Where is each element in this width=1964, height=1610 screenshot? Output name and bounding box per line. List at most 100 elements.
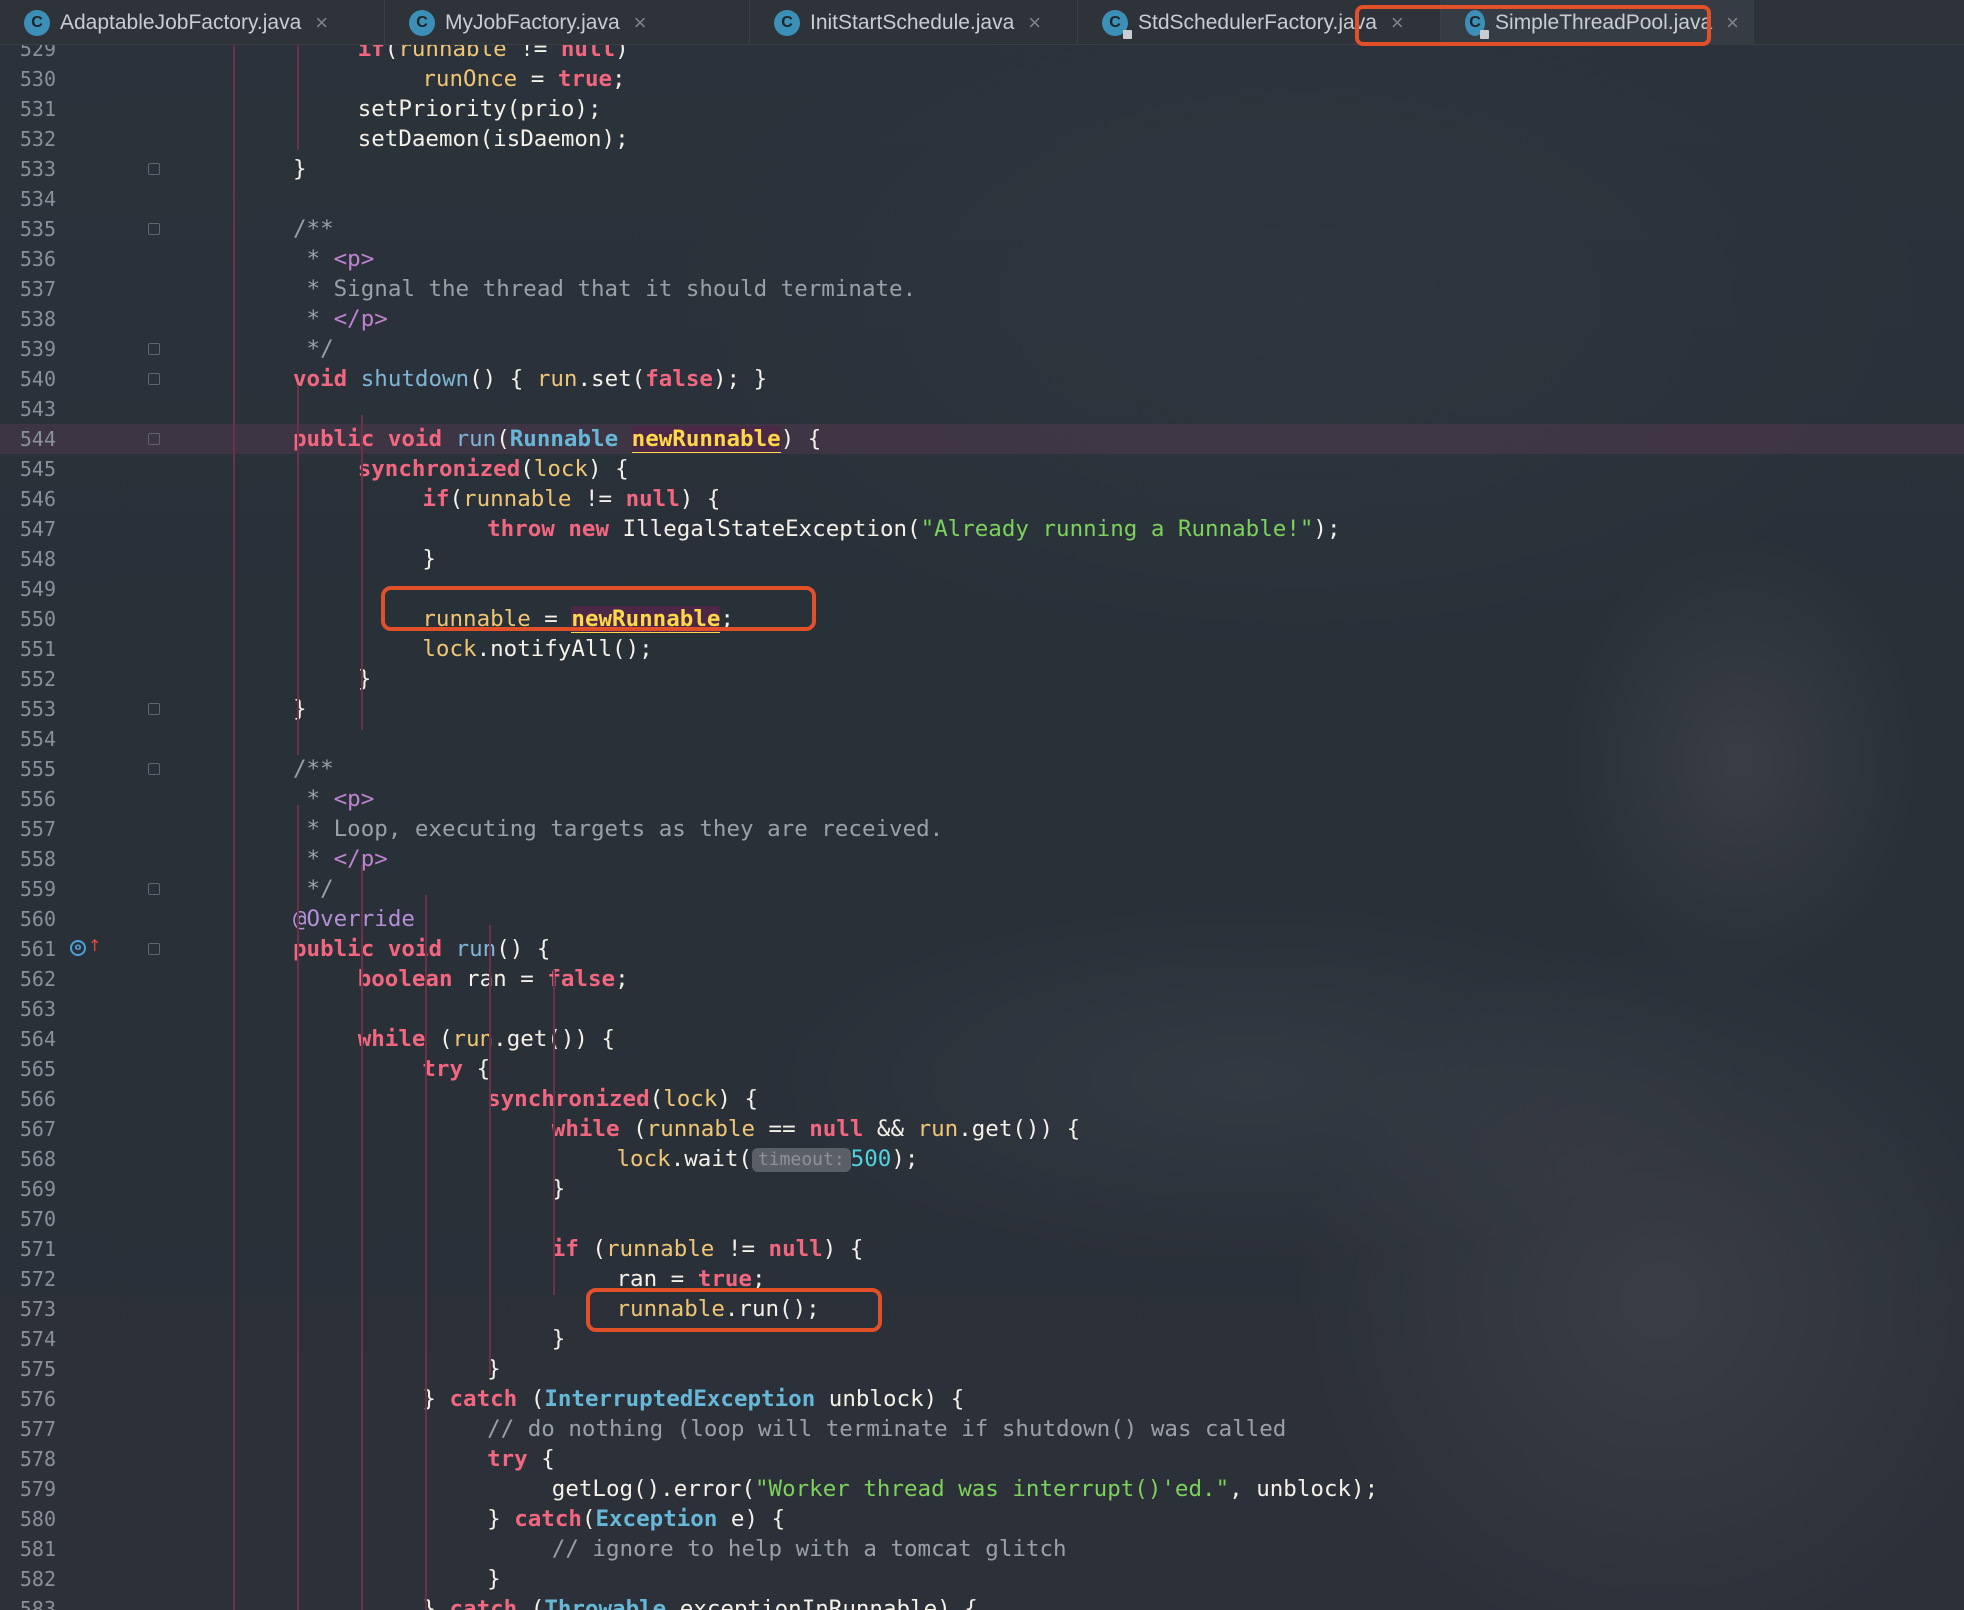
code-line[interactable]: 576} catch (InterruptedException unblock… bbox=[0, 1384, 1964, 1414]
code-token: </p> bbox=[333, 306, 388, 332]
line-number: 582 bbox=[19, 1567, 56, 1591]
code-token: { bbox=[463, 1056, 491, 1082]
override-method-icon[interactable]: o bbox=[70, 940, 86, 956]
code-line[interactable]: 533} bbox=[0, 154, 1964, 184]
code-token: * bbox=[293, 846, 334, 872]
code-line[interactable]: 543 bbox=[0, 394, 1964, 424]
code-line[interactable]: 532 setDaemon(isDaemon); bbox=[0, 124, 1964, 154]
code-line[interactable]: 556 * <p> bbox=[0, 784, 1964, 814]
fold-marker-icon[interactable] bbox=[148, 943, 160, 955]
code-text: } catch(Exception e) { bbox=[487, 1504, 785, 1534]
code-line[interactable]: 561 o ↑ public void run() { bbox=[0, 934, 1964, 964]
code-line[interactable]: 574} bbox=[0, 1324, 1964, 1354]
code-line[interactable]: 560 @Override bbox=[0, 904, 1964, 934]
code-line[interactable]: 580} catch(Exception e) { bbox=[0, 1504, 1964, 1534]
close-tab-icon[interactable]: × bbox=[1028, 10, 1041, 36]
close-tab-icon[interactable]: × bbox=[315, 10, 328, 36]
fold-marker-icon[interactable] bbox=[148, 763, 160, 775]
fold-marker-icon[interactable] bbox=[148, 343, 160, 355]
code-token: if bbox=[551, 1236, 579, 1262]
line-number: 549 bbox=[19, 577, 56, 601]
code-line[interactable]: 559 */ bbox=[0, 874, 1964, 904]
code-line[interactable]: 538 * </p> bbox=[0, 304, 1964, 334]
code-line[interactable]: 548} bbox=[0, 544, 1964, 574]
highlighted-identifier: newRunnable bbox=[631, 426, 781, 453]
line-number: 557 bbox=[19, 817, 56, 841]
code-line[interactable]: 564 while (run.get()) { bbox=[0, 1024, 1964, 1054]
parameter-hint: timeout: bbox=[751, 1147, 851, 1172]
code-line[interactable]: 578 try { bbox=[0, 1444, 1964, 1474]
code-line[interactable]: 571 if (runnable != null) { bbox=[0, 1234, 1964, 1264]
code-line[interactable]: 568 lock.wait(timeout: 500); bbox=[0, 1144, 1964, 1174]
code-line[interactable]: 579 getLog().error("Worker thread was int… bbox=[0, 1474, 1964, 1504]
highlight-box-assignment bbox=[381, 586, 816, 631]
code-line[interactable]: 552} bbox=[0, 664, 1964, 694]
code-line[interactable]: 569} bbox=[0, 1174, 1964, 1204]
code-line[interactable]: 562 boolean ran = false; bbox=[0, 964, 1964, 994]
code-line[interactable]: 557 * Loop, executing targets as they ar… bbox=[0, 814, 1964, 844]
code-line[interactable]: 581 // ignore to help with a tomcat glitc… bbox=[0, 1534, 1964, 1564]
code-line[interactable]: 530 runOnce = true; bbox=[0, 64, 1964, 94]
code-line[interactable]: 553} bbox=[0, 694, 1964, 724]
code-line[interactable]: 582} bbox=[0, 1564, 1964, 1594]
code-text: } bbox=[293, 154, 307, 184]
line-number: 566 bbox=[19, 1087, 56, 1111]
code-token: null bbox=[560, 45, 616, 62]
fold-marker-icon[interactable] bbox=[148, 433, 160, 445]
code-line[interactable]: 539 */ bbox=[0, 334, 1964, 364]
code-line[interactable]: 565 try { bbox=[0, 1054, 1964, 1084]
code-line[interactable]: 531 setPriority(prio); bbox=[0, 94, 1964, 124]
tab-initstartschedule[interactable]: C InitStartSchedule.java × bbox=[750, 0, 1078, 45]
code-line[interactable]: 563 bbox=[0, 994, 1964, 1024]
code-line[interactable]: 546 if(runnable != null) { bbox=[0, 484, 1964, 514]
code-token: runnable bbox=[646, 1116, 755, 1142]
code-line[interactable]: 537 * Signal the thread that it should t… bbox=[0, 274, 1964, 304]
code-line[interactable]: 551 lock.notifyAll(); bbox=[0, 634, 1964, 664]
code-line[interactable]: 583} catch (Throwable exceptionInRunnabl… bbox=[0, 1594, 1964, 1610]
code-editor[interactable]: 529 if(runnable != null) 530 runOnce = true… bbox=[0, 45, 1964, 1610]
code-line[interactable]: 554 bbox=[0, 724, 1964, 754]
code-line[interactable]: 545 synchronized(lock) { bbox=[0, 454, 1964, 484]
code-line[interactable]: 573 runnable.run(); bbox=[0, 1294, 1964, 1324]
close-tab-icon[interactable]: × bbox=[1726, 10, 1739, 36]
code-token: ) { bbox=[717, 1086, 759, 1112]
fold-marker-icon[interactable] bbox=[148, 223, 160, 235]
indent-guide bbox=[553, 1060, 555, 1295]
code-line[interactable]: 550 runnable = newRunnable; bbox=[0, 604, 1964, 634]
code-line[interactable]: 572 ran = true; bbox=[0, 1264, 1964, 1294]
code-token: run bbox=[452, 1026, 494, 1052]
fold-marker-icon[interactable] bbox=[148, 373, 160, 385]
code-line[interactable]: 544 public void run(Runnable newRunnable)… bbox=[0, 424, 1964, 454]
code-text: * <p> bbox=[293, 244, 375, 274]
code-line[interactable]: 549 bbox=[0, 574, 1964, 604]
code-line[interactable]: 575} bbox=[0, 1354, 1964, 1384]
code-line[interactable]: 534 bbox=[0, 184, 1964, 214]
code-line[interactable]: 577 // do nothing (loop will terminate if… bbox=[0, 1414, 1964, 1444]
class-icon: C bbox=[409, 9, 435, 36]
line-number: 558 bbox=[19, 847, 56, 871]
fold-marker-icon[interactable] bbox=[148, 703, 160, 715]
line-number: 538 bbox=[19, 307, 56, 331]
code-token: Exception bbox=[595, 1506, 718, 1532]
code-line[interactable]: 547 throw new IllegalStateException("Alre… bbox=[0, 514, 1964, 544]
code-line[interactable]: 540 void shutdown() { run.set(false); } bbox=[0, 364, 1964, 394]
tab-adaptablejobfactory[interactable]: C AdaptableJobFactory.java × bbox=[0, 0, 385, 45]
code-line[interactable]: 566 synchronized(lock) { bbox=[0, 1084, 1964, 1114]
code-line[interactable]: 555 /** bbox=[0, 754, 1964, 784]
fold-marker-icon[interactable] bbox=[148, 163, 160, 175]
fold-marker-icon[interactable] bbox=[148, 883, 160, 895]
line-number: 548 bbox=[19, 547, 56, 571]
code-line[interactable]: 536 * <p> bbox=[0, 244, 1964, 274]
code-line[interactable]: 558 * </p> bbox=[0, 844, 1964, 874]
highlight-box-runnable-run bbox=[586, 1288, 882, 1332]
code-token: Runnable bbox=[509, 426, 619, 452]
code-line[interactable]: 535 /** bbox=[0, 214, 1964, 244]
code-token: } bbox=[422, 546, 436, 572]
close-tab-icon[interactable]: × bbox=[634, 10, 647, 36]
code-line[interactable]: 567 while (runnable == null && run.get())… bbox=[0, 1114, 1964, 1144]
code-line[interactable]: 529 if(runnable != null) bbox=[0, 45, 1964, 64]
code-line[interactable]: 570 bbox=[0, 1204, 1964, 1234]
tab-myjobfactory[interactable]: C MyJobFactory.java × bbox=[385, 0, 750, 45]
code-text: if(runnable != null) bbox=[358, 45, 629, 64]
